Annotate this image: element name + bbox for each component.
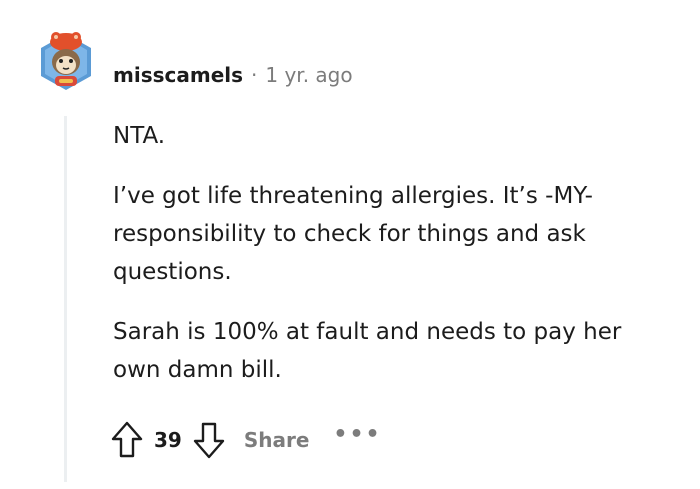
downvote-arrow-icon (193, 422, 225, 459)
share-button[interactable]: Share (244, 428, 310, 452)
comment-timestamp[interactable]: 1 yr. ago (265, 60, 352, 90)
comment-paragraph: NTA. (113, 123, 166, 149)
meta-separator: · (251, 63, 258, 87)
user-avatar[interactable] (35, 28, 97, 96)
comment-header: misscamels · 1 yr. ago (113, 60, 353, 90)
upvote-arrow-icon (111, 421, 143, 458)
upvote-button[interactable] (110, 420, 144, 460)
downvote-button[interactable] (192, 420, 226, 460)
comment-paragraph: I’ve got life threatening allergies. It’… (113, 183, 593, 285)
snoo-avatar-icon (41, 32, 91, 90)
comment-actions: 39 Share ••• (110, 420, 382, 460)
more-options-icon[interactable]: ••• (333, 422, 381, 447)
vote-score: 39 (154, 428, 182, 452)
thread-line[interactable] (64, 116, 67, 482)
comment-paragraph: Sarah is 100% at fault and needs to pay … (113, 319, 622, 383)
username-link[interactable]: misscamels (113, 60, 243, 90)
comment-body: NTA. I’ve got life threatening allergies… (113, 117, 673, 411)
